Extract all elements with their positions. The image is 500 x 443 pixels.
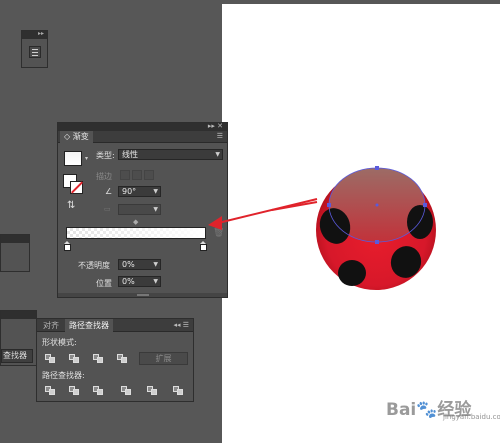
watermark-url: jingyan.baidu.com (443, 413, 500, 421)
ladybug-illustration[interactable] (316, 166, 436, 290)
anchor-point[interactable] (423, 203, 427, 207)
artwork-layer (208, 166, 436, 290)
arrow-line (217, 198, 318, 224)
annotation-arrows (208, 198, 318, 230)
center-point (375, 203, 379, 207)
anchor-point[interactable] (375, 166, 379, 170)
arrow-head (208, 216, 222, 230)
workspace: ▸▸ 查找器 ▸▸ ✕ ◇ 渐变 ☰ ▾ 类型: 线性 ▼ 描边 ∠ 90° ▼… (0, 0, 500, 443)
anchor-point[interactable] (327, 203, 331, 207)
anchor-point[interactable] (375, 240, 379, 244)
arrow-line (271, 201, 318, 211)
spot (338, 260, 366, 286)
